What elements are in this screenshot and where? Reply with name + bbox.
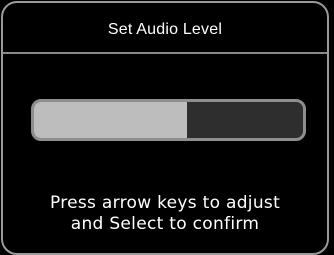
- instructions-line-2: and Select to confirm: [70, 214, 260, 234]
- audio-level-slider[interactable]: [31, 99, 306, 141]
- audio-level-fill: [34, 102, 188, 138]
- instructions-text: Press arrow keys to adjust and Select to…: [3, 193, 327, 235]
- instructions-line-1: Press arrow keys to adjust: [49, 193, 281, 213]
- title-divider: [3, 52, 327, 54]
- dialog-title: Set Audio Level: [107, 21, 223, 38]
- audio-level-dialog: Set Audio Level Press arrow keys to adju…: [1, 1, 329, 255]
